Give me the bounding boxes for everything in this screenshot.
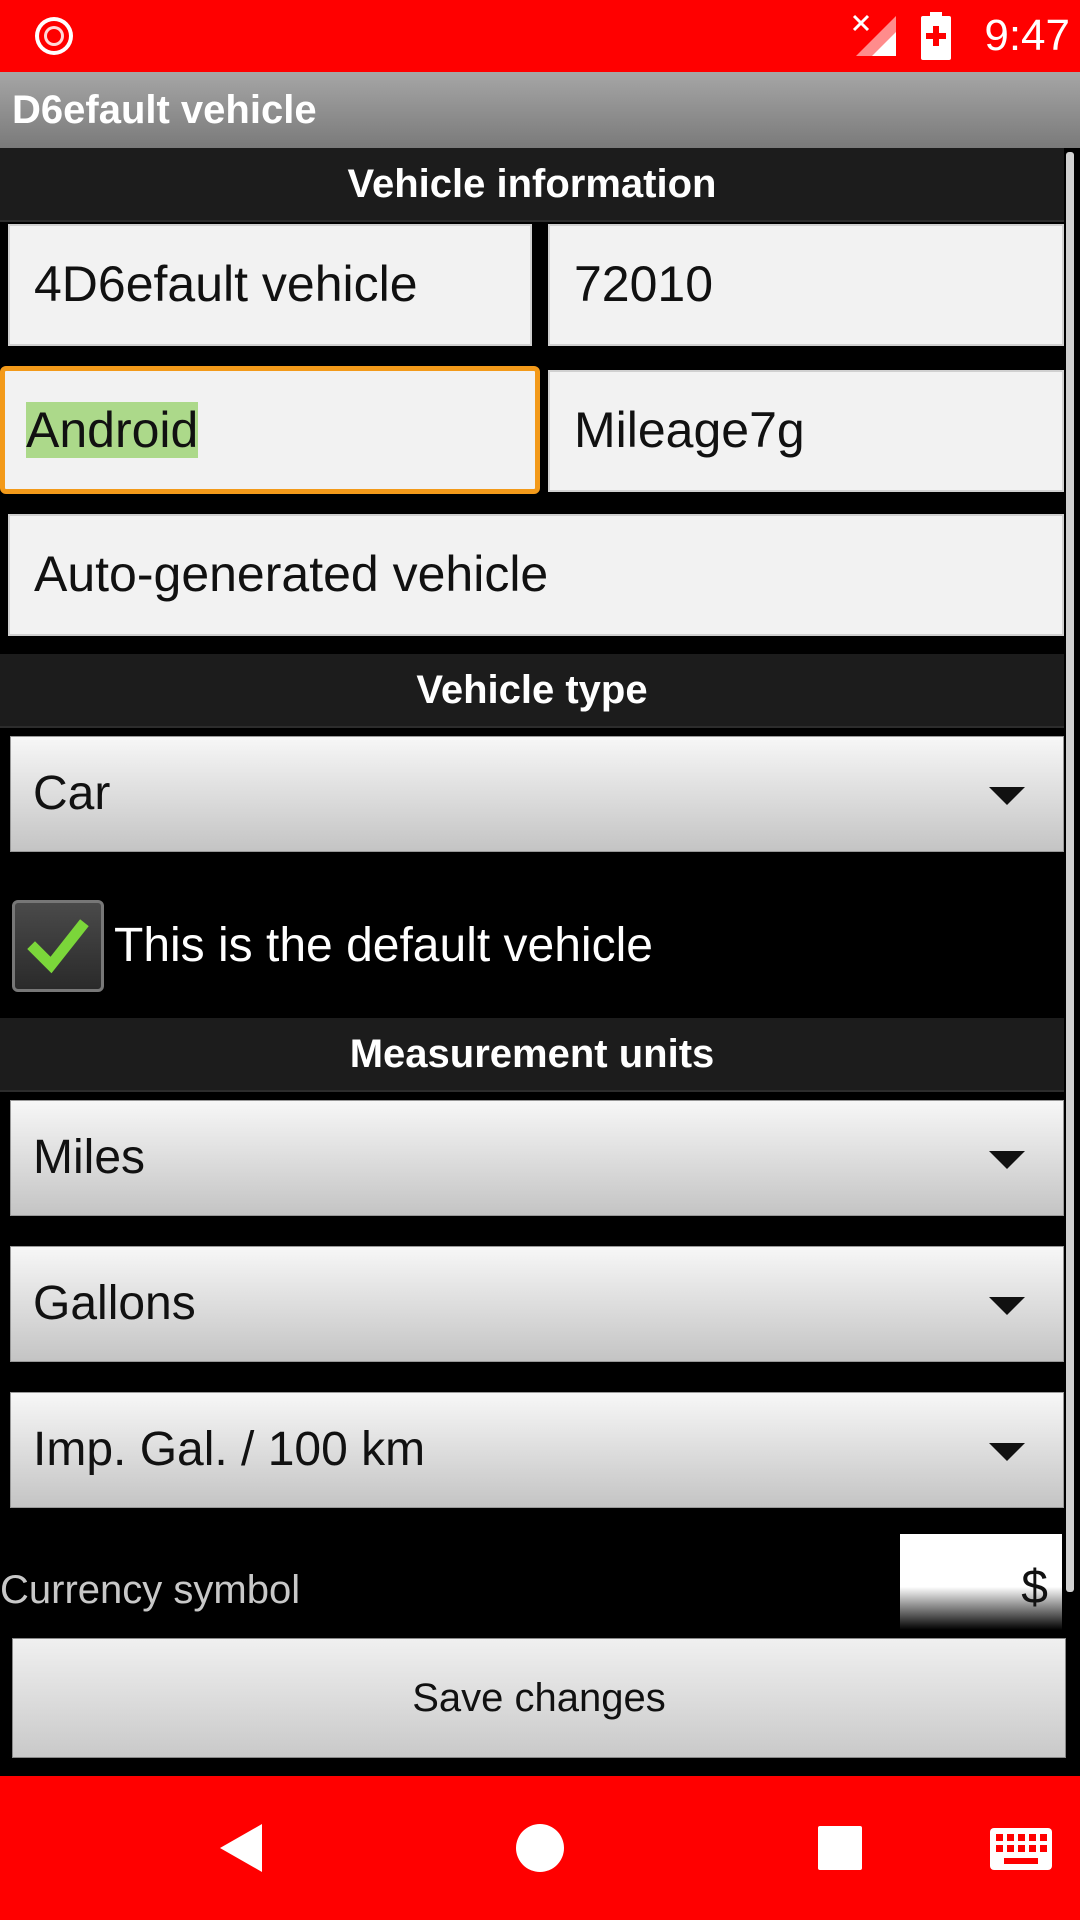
status-bar: 9:47 — [0, 0, 1080, 72]
selected-text: Android — [26, 402, 199, 458]
currency-symbol-label: Currency symbol — [0, 1568, 301, 1612]
screen: 9:47 D6efault vehicle Vehicle informatio… — [0, 0, 1080, 1920]
status-clock: 9:47 — [984, 11, 1070, 60]
default-vehicle-label: This is the default vehicle — [114, 919, 653, 972]
economy-unit-spinner[interactable]: Imp. Gal. / 100 km — [10, 1392, 1064, 1508]
default-vehicle-checkbox[interactable] — [12, 900, 104, 992]
volume-unit-selected: Gallons — [33, 1277, 196, 1330]
section-header-measurement-units: Measurement units — [0, 1018, 1064, 1092]
chevron-down-icon — [989, 1443, 1025, 1461]
save-changes-button[interactable]: Save changes — [12, 1638, 1066, 1758]
recents-button[interactable] — [790, 1776, 890, 1920]
vehicle-year-field[interactable]: 72010 — [548, 224, 1064, 346]
vehicle-type-spinner[interactable]: Car — [10, 736, 1064, 852]
chevron-down-icon — [989, 787, 1025, 805]
vehicle-type-selected: Car — [33, 767, 111, 820]
vehicle-model-field[interactable]: Mileage7g — [548, 370, 1064, 492]
keyboard-button[interactable] — [970, 1776, 1070, 1920]
no-signal-icon — [852, 14, 896, 56]
recents-icon — [818, 1826, 862, 1870]
distance-unit-spinner[interactable]: Miles — [10, 1100, 1064, 1216]
battery-charging-icon — [921, 12, 951, 60]
navigation-bar — [0, 1776, 1080, 1920]
volume-unit-spinner[interactable]: Gallons — [10, 1246, 1064, 1362]
page-title: D6efault vehicle — [12, 88, 317, 132]
section-header-vehicle-information: Vehicle information — [0, 148, 1064, 222]
title-bar: D6efault vehicle — [0, 72, 1080, 148]
checkmark-icon — [27, 919, 89, 974]
economy-unit-selected: Imp. Gal. / 100 km — [33, 1423, 426, 1476]
scrollbar[interactable] — [1066, 152, 1074, 1592]
section-header-vehicle-type: Vehicle type — [0, 654, 1064, 728]
chevron-down-icon — [989, 1151, 1025, 1169]
chevron-down-icon — [989, 1297, 1025, 1315]
vehicle-name-field[interactable]: 4D6efault vehicle — [8, 224, 532, 346]
currency-symbol-field[interactable]: $ — [900, 1534, 1062, 1630]
distance-unit-selected: Miles — [33, 1131, 146, 1184]
screen-record-icon — [35, 17, 73, 55]
home-icon — [516, 1824, 564, 1872]
back-button[interactable] — [190, 1776, 290, 1920]
vehicle-description-field[interactable]: Auto-generated vehicle — [8, 514, 1064, 636]
keyboard-icon — [990, 1828, 1052, 1870]
back-icon — [220, 1824, 262, 1872]
vehicle-make-field[interactable]: Android — [0, 366, 540, 494]
home-button[interactable] — [490, 1776, 590, 1920]
